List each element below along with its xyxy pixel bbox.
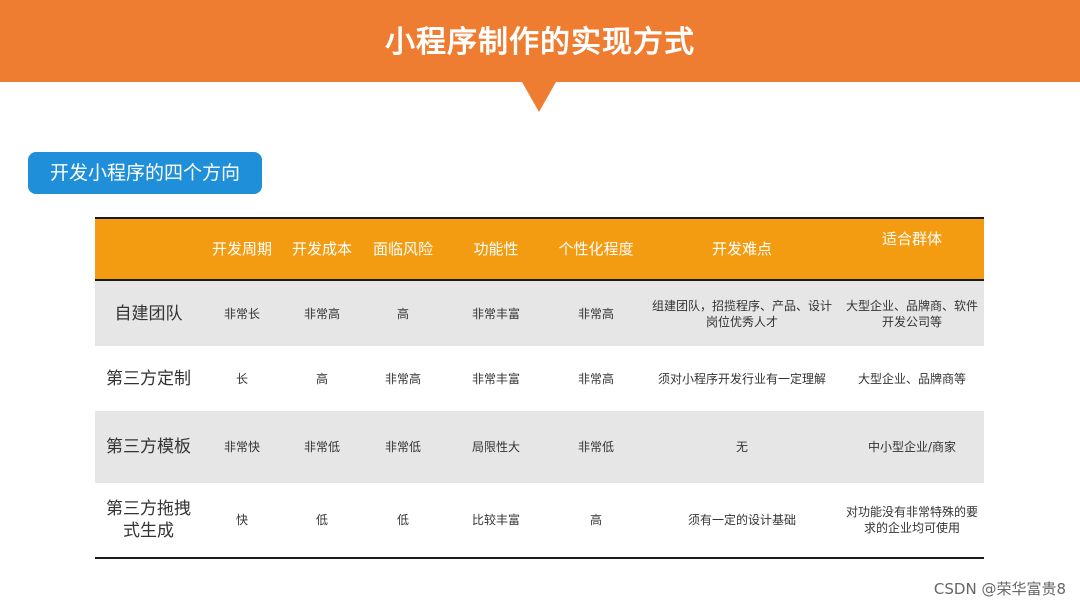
column-header: 功能性 bbox=[473, 240, 519, 258]
table-cell: 非常高 bbox=[577, 306, 614, 321]
banner-pointer bbox=[522, 82, 556, 112]
row-label: 第三方定制 bbox=[106, 368, 191, 389]
table-cell: 非常长 bbox=[223, 306, 260, 321]
table-cell: 非常高 bbox=[577, 371, 614, 386]
column-header: 适合群体 bbox=[881, 230, 942, 248]
page-title: 小程序制作的实现方式 bbox=[385, 25, 695, 60]
column-header: 开发难点 bbox=[711, 240, 772, 258]
table-cell: 非常丰富 bbox=[471, 371, 520, 386]
table-header-row: 开发周期 开发成本 面临风险 功能性 个性化程度 开发难点 适合群体 bbox=[95, 219, 984, 281]
table-cell: 非常低 bbox=[303, 440, 340, 454]
section-label: 开发小程序的四个方向 bbox=[28, 152, 262, 194]
table-cell: 非常高 bbox=[384, 371, 421, 386]
table-cell: 组建团队，招揽程序、产品、设计岗位优秀人才 bbox=[651, 298, 832, 329]
table-row: 第三方定制 长 高 非常高 非常丰富 非常高 须对小程序开发行业有一定理解 大型… bbox=[95, 346, 984, 411]
row-label: 第三方拖拽式生成 bbox=[106, 499, 191, 541]
table-cell: 长 bbox=[235, 371, 248, 386]
table-cell: 高 bbox=[396, 306, 409, 321]
table-cell: 低 bbox=[315, 513, 328, 527]
row-label: 自建团队 bbox=[114, 303, 183, 324]
table-cell: 快 bbox=[235, 513, 248, 527]
column-header bbox=[95, 219, 202, 279]
table-cell: 大型企业、品牌商、软件开发公司等 bbox=[845, 298, 978, 329]
column-header: 开发周期 bbox=[211, 240, 272, 258]
comparison-table: 开发周期 开发成本 面临风险 功能性 个性化程度 开发难点 适合群体 自建团队 … bbox=[95, 217, 984, 559]
table-cell: 大型企业、品牌商等 bbox=[857, 371, 966, 386]
table-row: 自建团队 非常长 非常高 高 非常丰富 非常高 组建团队，招揽程序、产品、设计岗… bbox=[95, 281, 984, 346]
table-cell: 无 bbox=[735, 440, 748, 454]
table-cell: 中小型企业/商家 bbox=[867, 440, 957, 454]
table-cell: 非常低 bbox=[384, 440, 421, 454]
table-cell: 非常丰富 bbox=[471, 306, 520, 321]
table-cell: 对功能没有非常特殊的要求的企业均可使用 bbox=[845, 505, 978, 535]
table-cell: 非常低 bbox=[577, 440, 614, 454]
table-cell: 须有一定的设计基础 bbox=[687, 513, 796, 527]
table-row: 第三方拖拽式生成 快 低 低 比较丰富 高 须有一定的设计基础 对功能没有非常特… bbox=[95, 483, 984, 557]
table-cell: 局限性大 bbox=[471, 440, 520, 454]
table-cell: 须对小程序开发行业有一定理解 bbox=[657, 371, 826, 386]
table-cell: 低 bbox=[396, 513, 409, 527]
column-header: 开发成本 bbox=[291, 240, 352, 258]
table-cell: 非常快 bbox=[223, 440, 260, 454]
column-header: 个性化程度 bbox=[558, 240, 634, 258]
table-cell: 比较丰富 bbox=[471, 513, 520, 527]
row-label: 第三方模板 bbox=[106, 437, 191, 457]
column-header: 面临风险 bbox=[372, 240, 433, 258]
watermark-text: CSDN @荣华富贵8 bbox=[933, 580, 1066, 598]
table-cell: 非常高 bbox=[303, 306, 340, 321]
table-cell: 高 bbox=[589, 513, 602, 527]
table-row: 第三方模板 非常快 非常低 非常低 局限性大 非常低 无 中小型企业/商家 bbox=[95, 411, 984, 483]
table-cell: 高 bbox=[315, 371, 328, 386]
